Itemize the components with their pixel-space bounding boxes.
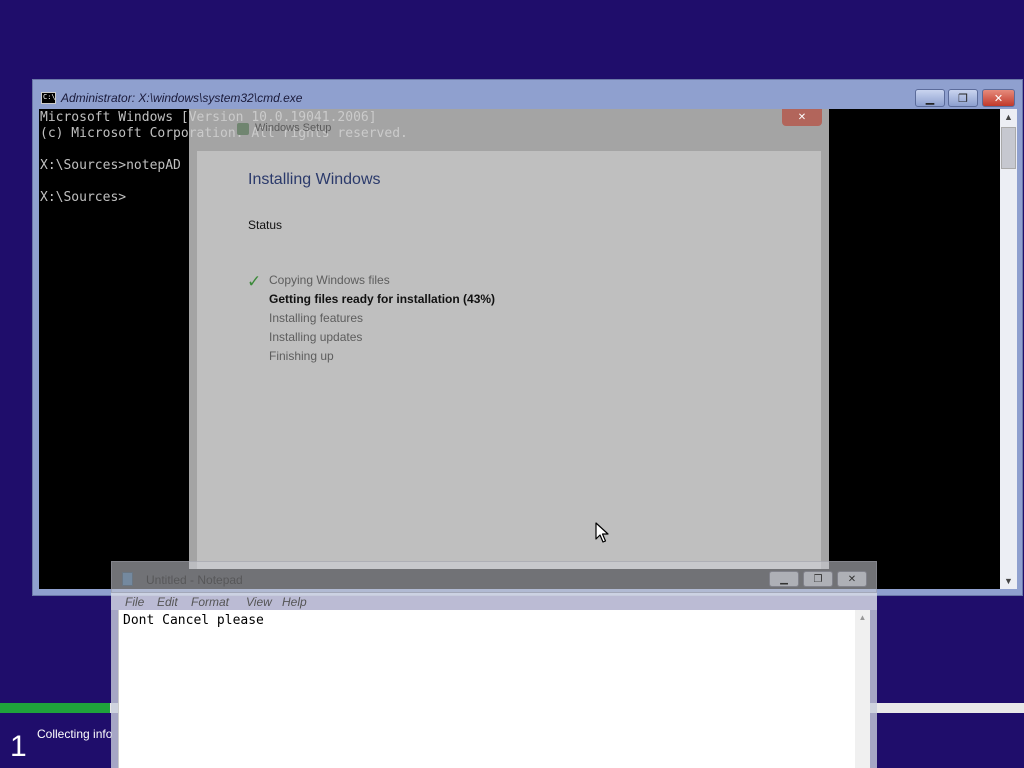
setup-status-label: Status: [248, 218, 283, 232]
cmd-titlebar[interactable]: C:\ Administrator: X:\windows\system32\c…: [33, 80, 1022, 109]
maximize-icon: ❐: [958, 92, 968, 105]
setup-progress-fill: [0, 703, 110, 713]
setup-step-label: Getting files ready for installation (43…: [269, 292, 496, 306]
maximize-icon: ❐: [813, 573, 823, 585]
menu-help[interactable]: Help: [282, 595, 307, 609]
minimize-icon: ▁: [925, 92, 935, 105]
setup-step-label: Installing updates: [269, 330, 363, 344]
menu-edit[interactable]: Edit: [157, 595, 178, 609]
maximize-button[interactable]: ❐: [948, 89, 978, 107]
scroll-down-icon[interactable]: ▼: [1000, 573, 1017, 589]
setup-close-button[interactable]: ✕: [782, 109, 822, 126]
notepad-text: Dont Cancel please: [123, 613, 264, 628]
setup-step-label: Finishing up: [269, 349, 334, 363]
scroll-up-icon[interactable]: ▲: [1000, 109, 1017, 125]
menu-format[interactable]: Format: [191, 595, 229, 609]
cmd-scrollbar[interactable]: ▲ ▼: [1000, 109, 1017, 589]
setup-body: Installing Windows Status ✓ Copying Wind…: [197, 151, 821, 569]
setup-window[interactable]: Windows Setup ✕ Installing Windows Statu…: [189, 109, 829, 569]
scroll-thumb[interactable]: [1001, 127, 1016, 169]
notepad-icon: [122, 572, 133, 586]
minimize-icon: ▁: [780, 573, 788, 585]
cmd-title: Administrator: X:\windows\system32\cmd.e…: [61, 91, 303, 105]
notepad-close-button[interactable]: ✕: [837, 571, 867, 587]
close-icon: ✕: [797, 112, 807, 123]
notepad-frame-right: [870, 610, 877, 768]
setup-title: Windows Setup: [255, 122, 332, 134]
setup-step-number: 1: [10, 730, 27, 763]
setup-step-list: ✓ Copying Windows files Getting files re…: [247, 271, 495, 366]
setup-step-label: Collecting info: [37, 727, 113, 741]
scroll-up-icon[interactable]: ▲: [855, 610, 870, 624]
notepad-frame-left: [111, 610, 118, 768]
mouse-cursor-icon: [595, 522, 609, 543]
minimize-button[interactable]: ▁: [915, 89, 945, 107]
setup-step-updates: Installing updates: [269, 328, 495, 347]
close-button[interactable]: ✕: [982, 89, 1015, 107]
close-icon: ✕: [993, 92, 1004, 105]
cmd-icon: C:\: [41, 92, 56, 104]
setup-step-label: Copying Windows files: [269, 273, 390, 287]
notepad-menubar: File Edit Format View Help: [111, 593, 877, 610]
notepad-editor[interactable]: Dont Cancel please: [118, 610, 855, 768]
setup-step-finishing: Finishing up: [269, 347, 495, 366]
notepad-minimize-button[interactable]: ▁: [769, 571, 799, 587]
notepad-title: Untitled - Notepad: [146, 573, 243, 587]
setup-icon: [237, 123, 249, 135]
menu-file[interactable]: File: [125, 595, 144, 609]
setup-step-getting-ready: Getting files ready for installation (43…: [269, 290, 495, 309]
notepad-titlebar[interactable]: Untitled - Notepad ▁ ❐ ✕: [111, 561, 877, 593]
menu-view[interactable]: View: [246, 595, 272, 609]
setup-step-copying: ✓ Copying Windows files: [247, 271, 495, 291]
check-icon: ✓: [247, 272, 262, 291]
close-icon: ✕: [847, 573, 857, 585]
setup-titlebar[interactable]: Windows Setup ✕: [189, 109, 829, 151]
setup-step-features: Installing features: [269, 309, 495, 328]
setup-heading: Installing Windows: [248, 171, 381, 188]
notepad-maximize-button[interactable]: ❐: [803, 571, 833, 587]
setup-step-label: Installing features: [269, 311, 364, 325]
notepad-window[interactable]: Untitled - Notepad ▁ ❐ ✕ File Edit Forma…: [111, 561, 877, 768]
notepad-scrollbar[interactable]: ▲: [855, 610, 870, 768]
